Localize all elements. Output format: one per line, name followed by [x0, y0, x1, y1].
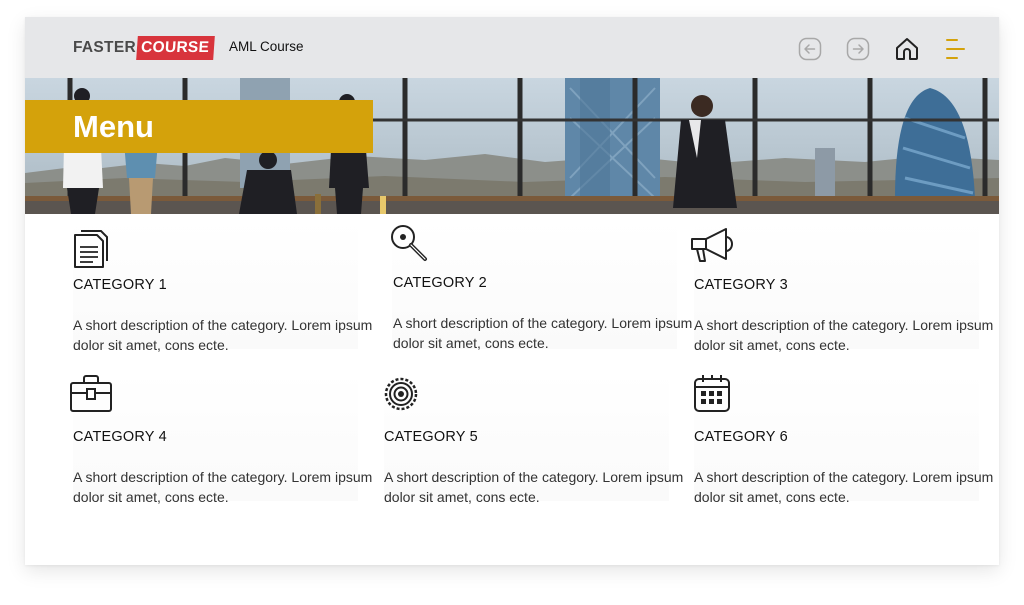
- hero-image: Menu: [25, 78, 999, 214]
- menu-title: Menu: [73, 109, 154, 144]
- course-title: AML Course: [229, 39, 304, 54]
- megaphone-icon: [691, 228, 733, 262]
- logo-text-course: COURSE: [136, 36, 215, 60]
- category-description: A short description of the category. Lor…: [384, 469, 684, 505]
- category-description: A short description of the category. Lor…: [393, 315, 693, 351]
- category-title: CATEGORY 3: [694, 277, 788, 293]
- category-card-5[interactable]: CATEGORY 5 A short description of the ca…: [384, 373, 683, 505]
- home-icon: [896, 38, 918, 60]
- category-title: CATEGORY 6: [694, 429, 788, 445]
- forward-button[interactable]: [844, 35, 872, 63]
- calendar-icon: [694, 375, 730, 412]
- category-description: A short description of the category. Lor…: [73, 469, 373, 505]
- back-button[interactable]: [796, 35, 824, 63]
- category-card-2[interactable]: CATEGORY 2 A short description of the ca…: [391, 221, 692, 351]
- category-title: CATEGORY 1: [73, 277, 167, 293]
- faster-course-logo[interactable]: FASTER COURSE: [73, 36, 215, 60]
- category-title: CATEGORY 5: [384, 429, 478, 445]
- category-card-3[interactable]: CATEGORY 3 A short description of the ca…: [691, 221, 993, 353]
- menu-title-banner: Menu: [25, 100, 373, 153]
- documents-icon: [74, 230, 108, 268]
- home-button[interactable]: [893, 35, 921, 63]
- hamburger-menu-icon: [946, 39, 965, 59]
- circle-arrow-right-icon: [846, 37, 870, 61]
- top-bar: FASTER COURSE AML Course: [25, 17, 999, 78]
- category-card-1[interactable]: CATEGORY 1 A short description of the ca…: [73, 221, 372, 353]
- category-description: A short description of the category. Lor…: [73, 317, 373, 353]
- menu-button[interactable]: [942, 35, 970, 63]
- category-card-6[interactable]: CATEGORY 6 A short description of the ca…: [694, 373, 993, 505]
- briefcase-icon: [70, 375, 112, 412]
- category-description: A short description of the category. Lor…: [694, 469, 994, 505]
- category-title: CATEGORY 4: [73, 429, 167, 445]
- course-window: FASTER COURSE AML Course Menu CATEGORY 1…: [25, 17, 999, 565]
- target-gear-icon: [384, 377, 418, 411]
- category-description: A short description of the category. Lor…: [694, 317, 994, 353]
- category-card-4[interactable]: CATEGORY 4 A short description of the ca…: [70, 373, 372, 505]
- category-title: CATEGORY 2: [393, 275, 487, 291]
- logo-text-faster: FASTER: [73, 39, 136, 56]
- magnifier-icon: [391, 225, 427, 261]
- circle-arrow-left-icon: [798, 37, 822, 61]
